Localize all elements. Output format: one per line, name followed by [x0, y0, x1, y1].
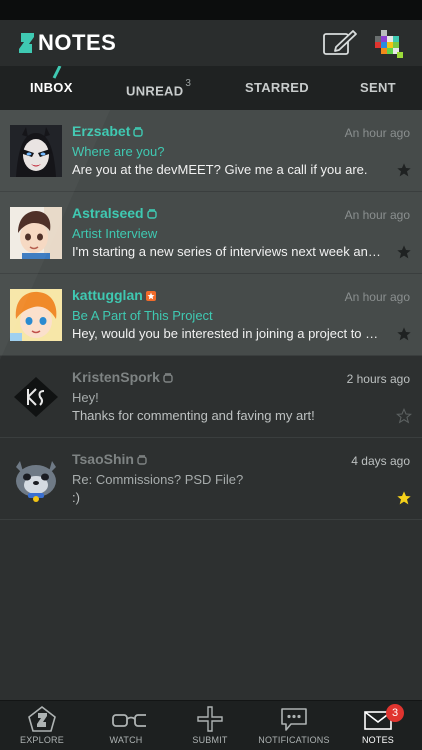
avatar	[10, 453, 62, 505]
page-title: NOTES	[38, 30, 117, 55]
timestamp: 4 days ago	[351, 454, 410, 468]
app-bar: NOTES	[0, 20, 422, 66]
sender-name[interactable]: Astralseed	[72, 205, 157, 221]
core-member-badge-icon	[145, 291, 156, 302]
timestamp: An hour ago	[344, 208, 410, 222]
note-preview: Thanks for commenting and faving my art!	[72, 408, 315, 423]
note-row[interactable]: kattugglan An hour ago Be A Part of This…	[0, 274, 422, 356]
status-bar	[0, 0, 422, 20]
note-subject: Be A Part of This Project	[72, 308, 213, 323]
note-row[interactable]: KristenSpork 2 hours ago Hey! Thanks for…	[0, 356, 422, 438]
nav-notes[interactable]: 3 NOTES	[336, 701, 420, 750]
note-row[interactable]: TsaoShin 4 days ago Re: Commissions? PSD…	[0, 438, 422, 520]
notes-list: Erzsabet An hour ago Where are you? Are …	[0, 110, 422, 700]
nav-explore-label: EXPLORE	[20, 735, 64, 745]
star-icon[interactable]	[396, 162, 412, 178]
star-filled-icon[interactable]	[396, 490, 412, 506]
tab-sent[interactable]: SENT	[360, 66, 396, 110]
note-preview: Hey, would you be interested in joining …	[72, 326, 384, 341]
member-badge-icon	[163, 373, 173, 383]
tab-starred-label: STARRED	[245, 80, 309, 95]
notes-count-badge: 3	[386, 704, 404, 722]
note-subject: Hey!	[72, 390, 99, 405]
active-tab-indicator	[52, 66, 62, 79]
star-icon[interactable]	[396, 326, 412, 342]
plus-icon	[197, 706, 223, 732]
note-subject: Re: Commissions? PSD File?	[72, 472, 244, 487]
note-preview: I'm starting a new series of interviews …	[72, 244, 384, 259]
nav-explore[interactable]: EXPLORE	[0, 701, 84, 750]
explore-icon	[28, 705, 56, 732]
avatar	[10, 125, 62, 177]
nav-submit[interactable]: SUBMIT	[168, 701, 252, 750]
note-subject: Artist Interview	[72, 226, 158, 241]
timestamp: An hour ago	[344, 126, 410, 140]
tab-sent-label: SENT	[360, 80, 396, 95]
note-row[interactable]: Astralseed An hour ago Artist Interview …	[0, 192, 422, 274]
avatar	[10, 371, 62, 423]
note-subject: Where are you?	[72, 144, 165, 159]
member-badge-icon	[146, 209, 157, 219]
nav-watch[interactable]: WATCH	[84, 701, 168, 750]
speech-bubble-icon	[281, 708, 307, 731]
nav-notifications[interactable]: NOTIFICATIONS	[252, 701, 336, 750]
member-badge-icon	[137, 455, 147, 465]
unread-count: 3	[185, 78, 192, 89]
sender-name[interactable]: KristenSpork	[72, 369, 173, 385]
sender-name[interactable]: kattugglan	[72, 287, 156, 303]
tab-unread[interactable]: UNREAD 3	[126, 66, 191, 110]
nav-submit-label: SUBMIT	[192, 735, 228, 745]
timestamp: 2 hours ago	[346, 372, 410, 386]
watch-glasses-icon	[112, 714, 146, 727]
nav-notes-label: NOTES	[361, 735, 394, 745]
star-icon[interactable]	[396, 244, 412, 260]
member-badge-icon	[133, 127, 144, 137]
star-outline-icon[interactable]	[396, 408, 412, 424]
deviantart-logo-icon	[19, 33, 34, 53]
tab-starred[interactable]: STARRED	[245, 66, 309, 110]
sender-name[interactable]: Erzsabet	[72, 123, 144, 139]
sender-name[interactable]: TsaoShin	[72, 451, 147, 467]
note-row[interactable]: Erzsabet An hour ago Where are you? Are …	[0, 110, 422, 192]
note-preview: Are you at the devMEET? Give me a call i…	[72, 162, 368, 177]
avatar	[10, 289, 62, 341]
nav-notifications-label: NOTIFICATIONS	[258, 735, 330, 745]
avatar	[10, 207, 62, 259]
note-preview: :)	[72, 490, 80, 505]
user-avatar[interactable]	[375, 30, 403, 58]
compose-note-icon[interactable]	[322, 29, 358, 57]
bottom-nav: EXPLORE WATCH SUBMIT NOTIFICATIONS 3 NOT…	[0, 700, 422, 750]
nav-watch-label: WATCH	[109, 735, 143, 745]
tab-unread-label: UNREAD	[126, 83, 184, 99]
timestamp: An hour ago	[344, 290, 410, 304]
